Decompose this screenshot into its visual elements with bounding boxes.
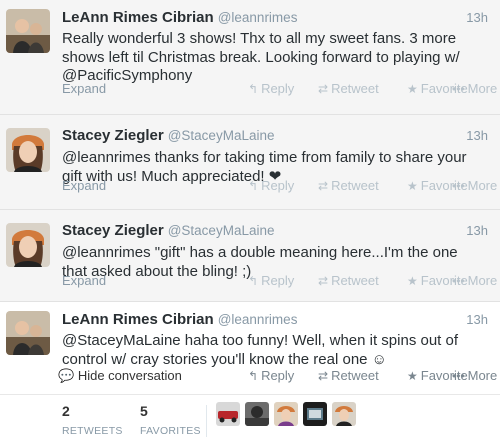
timestamp[interactable]: 13h <box>466 10 488 25</box>
retweet-icon: ⇄ <box>318 274 329 288</box>
author-name[interactable]: LeAnn Rimes Cibrian <box>62 311 214 328</box>
tweet-text: Really wonderful 3 shows! Thx to all my … <box>62 30 460 84</box>
retweet-button[interactable]: ⇄ Retweet <box>318 178 379 193</box>
reply-button[interactable]: ↰ Reply <box>248 81 294 96</box>
tweet-expanded[interactable]: LeAnn Rimes Cibrian @leannrimes 13h @Stac… <box>0 302 500 445</box>
favorites-count: 5 <box>140 403 148 419</box>
more-button[interactable]: ••• More <box>452 273 497 288</box>
tweet-actions: Expand ↰ Reply ⇄ Retweet ★ Favorite ••• More <box>62 273 497 291</box>
avatar[interactable] <box>6 9 50 53</box>
tweet-actions: Expand ↰ Reply ⇄ Retweet ★ Favorite ••• More <box>62 81 497 99</box>
more-button[interactable]: ••• More <box>452 81 497 96</box>
tweet-header: Stacey Ziegler @StaceyMaLaine <box>62 127 274 144</box>
retweets-label: RETWEETS <box>62 425 123 437</box>
timestamp[interactable]: 13h <box>466 312 488 327</box>
author-handle[interactable]: @leannrimes <box>218 312 298 327</box>
more-icon: ••• <box>452 82 465 96</box>
author-name[interactable]: LeAnn Rimes Cibrian <box>62 9 214 26</box>
tweet[interactable]: Stacey Ziegler @StaceyMaLaine 13h @leannr… <box>0 210 500 302</box>
tweet-actions: 💬 Hide conversation ↰ Reply ⇄ Retweet ★ Fav… <box>58 368 497 386</box>
star-icon: ★ <box>407 274 418 288</box>
favoriter-avatar[interactable] <box>245 402 269 426</box>
retweet-icon: ⇄ <box>318 369 329 383</box>
reply-icon: ↰ <box>248 82 259 96</box>
author-name[interactable]: Stacey Ziegler <box>62 222 164 239</box>
divider <box>206 405 207 437</box>
reply-icon: ↰ <box>248 274 259 288</box>
favorites-label: FAVORITES <box>140 425 201 437</box>
author-name[interactable]: Stacey Ziegler <box>62 127 164 144</box>
favorites-stat[interactable]: 5 FAVORITES <box>140 403 201 437</box>
tweet[interactable]: LeAnn Rimes Cibrian @leannrimes 13h Reall… <box>0 0 500 115</box>
expand-link[interactable]: Expand <box>62 81 106 96</box>
retweet-button[interactable]: ⇄ Retweet <box>318 368 379 383</box>
tweet-stats: 2 RETWEETS 5 FAVORITES <box>0 394 500 445</box>
retweet-icon: ⇄ <box>318 82 329 96</box>
retweet-button[interactable]: ⇄ Retweet <box>318 273 379 288</box>
more-icon: ••• <box>452 274 465 288</box>
reply-icon: ↰ <box>248 179 259 193</box>
author-handle[interactable]: @leannrimes <box>218 10 298 25</box>
more-icon: ••• <box>452 369 465 383</box>
more-button[interactable]: ••• More <box>452 368 497 383</box>
retweets-stat[interactable]: 2 RETWEETS <box>62 403 123 437</box>
timestamp[interactable]: 13h <box>466 128 488 143</box>
favoriter-avatar[interactable] <box>274 402 298 426</box>
tweet[interactable]: Stacey Ziegler @StaceyMaLaine 13h @leannr… <box>0 115 500 210</box>
speech-bubble-icon: 💬 <box>58 368 75 383</box>
star-icon: ★ <box>407 82 418 96</box>
retweets-count: 2 <box>62 403 70 419</box>
reply-button[interactable]: ↰ Reply <box>248 273 294 288</box>
expand-link[interactable]: Expand <box>62 273 106 288</box>
avatar[interactable] <box>6 223 50 267</box>
tweet-header: LeAnn Rimes Cibrian @leannrimes <box>62 311 297 328</box>
tweet-header: LeAnn Rimes Cibrian @leannrimes <box>62 9 297 26</box>
favoriter-avatar[interactable] <box>216 402 240 426</box>
reply-button[interactable]: ↰ Reply <box>248 178 294 193</box>
retweet-button[interactable]: ⇄ Retweet <box>318 81 379 96</box>
timestamp[interactable]: 13h <box>466 223 488 238</box>
tweet-text: @StaceyMaLaine haha too funny! Well, whe… <box>62 332 459 368</box>
star-icon: ★ <box>407 179 418 193</box>
author-handle[interactable]: @StaceyMaLaine <box>168 223 275 238</box>
favoriter-avatar[interactable] <box>303 402 327 426</box>
more-icon: ••• <box>452 179 465 193</box>
author-handle[interactable]: @StaceyMaLaine <box>168 128 275 143</box>
avatar[interactable] <box>6 128 50 172</box>
hide-conversation-link[interactable]: 💬 Hide conversation <box>58 368 182 384</box>
reply-button[interactable]: ↰ Reply <box>248 368 294 383</box>
reply-icon: ↰ <box>248 369 259 383</box>
favoriter-avatar[interactable] <box>332 402 356 426</box>
tweet-actions: Expand ↰ Reply ⇄ Retweet ★ Favorite ••• More <box>62 178 497 196</box>
retweet-icon: ⇄ <box>318 179 329 193</box>
avatar[interactable] <box>6 311 50 355</box>
star-icon: ★ <box>407 369 418 383</box>
expand-link[interactable]: Expand <box>62 178 106 193</box>
tweet-header: Stacey Ziegler @StaceyMaLaine <box>62 222 274 239</box>
more-button[interactable]: ••• More <box>452 178 497 193</box>
